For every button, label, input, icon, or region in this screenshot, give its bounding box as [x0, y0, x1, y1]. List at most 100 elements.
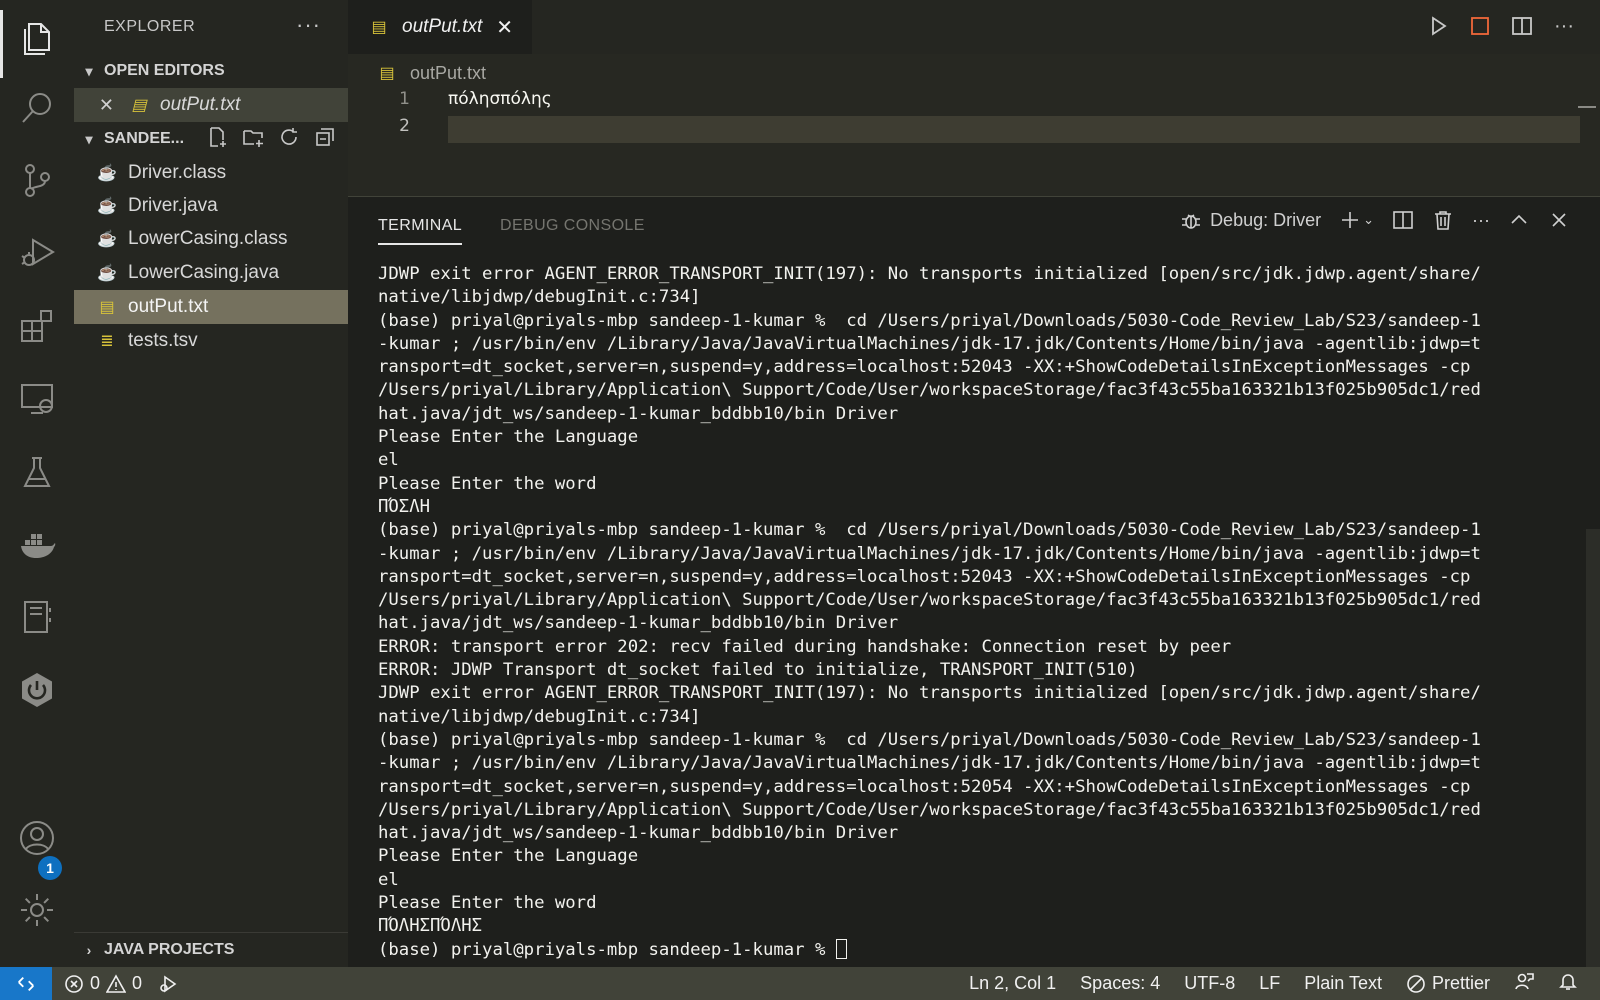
- remote-indicator-icon[interactable]: [0, 967, 52, 1000]
- terminal-line: hat.java/jdt_ws/sandeep-1-kumar_bddbb10/…: [378, 403, 899, 424]
- terminal-prompt: (base) priyal@priyals-mbp sandeep-1-kuma…: [378, 939, 836, 960]
- open-editors-header[interactable]: ▾ OPEN EDITORS: [74, 54, 348, 88]
- open-editor-item[interactable]: ✕ ▤ outPut.txt: [74, 88, 348, 122]
- open-editor-label: outPut.txt: [160, 94, 241, 115]
- source-control-icon[interactable]: [0, 150, 74, 210]
- terminal-line: JDWP exit error AGENT_ERROR_TRANSPORT_IN…: [378, 683, 1481, 704]
- new-folder-icon[interactable]: [240, 124, 266, 150]
- terminal-line: Please Enter the Language: [378, 846, 639, 867]
- bell-icon[interactable]: [1558, 971, 1578, 996]
- folder-label: SANDEE...: [104, 130, 185, 147]
- terminal-line: el: [378, 869, 399, 890]
- file-item-output-txt[interactable]: ▤ outPut.txt: [74, 290, 348, 324]
- chevron-down-icon: ▾: [85, 130, 93, 147]
- notebook-icon[interactable]: [0, 586, 74, 646]
- terminal-line: /Users/priyal/Library/Application\ Suppo…: [378, 799, 1481, 820]
- refresh-icon[interactable]: [276, 124, 302, 150]
- testing-icon[interactable]: [0, 442, 74, 502]
- files-icon[interactable]: [0, 6, 74, 78]
- indentation[interactable]: Spaces: 4: [1080, 973, 1160, 994]
- close-icon[interactable]: ✕: [496, 15, 513, 40]
- run-debug-icon[interactable]: [0, 222, 74, 282]
- trash-icon[interactable]: [1432, 209, 1454, 231]
- problems-indicator[interactable]: 0 0: [64, 973, 142, 994]
- chevron-right-icon: ›: [86, 941, 92, 958]
- power-icon[interactable]: [0, 660, 74, 720]
- terminal-prompt-line: (base) priyal@priyals-mbp sandeep-1-kuma…: [378, 938, 1578, 962]
- maximize-panel-icon[interactable]: [1508, 209, 1530, 231]
- terminal-line: native/libjdwp/debugInit.c:734]: [378, 706, 701, 727]
- editor[interactable]: ▤ outPut.txt 1 πόλησπόλης 2: [348, 54, 1600, 196]
- terminal-line: ERROR: JDWP Transport dt_socket failed t…: [378, 660, 1138, 681]
- close-panel-icon[interactable]: [1548, 209, 1570, 231]
- java-projects-label: JAVA PROJECTS: [104, 940, 235, 958]
- file-label: tests.tsv: [128, 330, 198, 351]
- explorer-sidebar: EXPLORER ··· ▾ OPEN EDITORS ✕ ▤ outPut.t…: [74, 0, 348, 967]
- terminal-line: -kumar ; /usr/bin/env /Library/Java/Java…: [378, 543, 1481, 564]
- terminal-line: -kumar ; /usr/bin/env /Library/Java/Java…: [378, 333, 1481, 354]
- line-text: πόλησπόλης: [448, 89, 552, 109]
- activity-bar: 1: [0, 0, 74, 967]
- line-number: 2: [399, 116, 410, 136]
- more-actions-icon[interactable]: ···: [1472, 210, 1490, 231]
- file-item-lowercasing-class[interactable]: ☕ LowerCasing.class: [74, 222, 348, 256]
- debug-label: Debug: Driver: [1210, 209, 1322, 230]
- new-file-icon[interactable]: [204, 124, 230, 150]
- tab-debug-console[interactable]: DEBUG CONSOLE: [500, 217, 645, 235]
- settings-gear-icon[interactable]: [0, 880, 74, 940]
- tab-terminal[interactable]: TERMINAL: [378, 217, 463, 245]
- status-left: 0 0: [64, 973, 178, 994]
- terminal-line: Please Enter the Language: [378, 427, 639, 448]
- terminal-line: (base) priyal@priyals-mbp sandeep-1-kuma…: [378, 729, 1481, 750]
- file-item-lowercasing-java[interactable]: ☕ LowerCasing.java: [74, 256, 348, 290]
- terminal-line: /Users/priyal/Library/Application\ Suppo…: [378, 380, 1481, 401]
- terminal-line: /Users/priyal/Library/Application\ Suppo…: [378, 590, 1481, 611]
- run-icon[interactable]: [1426, 14, 1450, 38]
- search-icon[interactable]: [0, 78, 74, 138]
- feedback-icon[interactable]: [1514, 971, 1534, 996]
- java-file-icon: ☕: [97, 231, 117, 248]
- account-badge: 1: [38, 856, 62, 880]
- new-terminal-icon[interactable]: ⌄: [1339, 209, 1374, 231]
- chevron-down-icon: ▾: [85, 62, 93, 79]
- account-icon[interactable]: [0, 808, 74, 868]
- text-file-icon: ▤: [131, 97, 147, 114]
- java-projects-header[interactable]: › JAVA PROJECTS: [74, 932, 348, 966]
- editor-line[interactable]: 1 πόλησπόλης: [348, 89, 1580, 116]
- more-actions-icon[interactable]: ···: [296, 12, 321, 38]
- stop-icon[interactable]: [1468, 14, 1492, 38]
- terminal-line: hat.java/jdt_ws/sandeep-1-kumar_bddbb10/…: [378, 823, 899, 844]
- end-of-line[interactable]: LF: [1259, 973, 1280, 994]
- table-file-icon: ≣: [100, 333, 114, 350]
- file-item-tests-tsv[interactable]: ≣ tests.tsv: [74, 324, 348, 358]
- split-terminal-icon[interactable]: [1392, 209, 1414, 231]
- more-actions-icon[interactable]: ···: [1552, 14, 1576, 38]
- debug-status-icon[interactable]: [158, 974, 178, 994]
- breadcrumb[interactable]: ▤ outPut.txt: [376, 62, 486, 84]
- language-mode[interactable]: Plain Text: [1304, 973, 1382, 994]
- file-item-driver-class[interactable]: ☕ Driver.class: [74, 156, 348, 190]
- terminal-line: ΠΌΛΗΣΠΌΛΗΣ: [378, 916, 483, 937]
- cursor-position[interactable]: Ln 2, Col 1: [969, 973, 1056, 994]
- terminal-scrollbar[interactable]: [1586, 529, 1600, 967]
- close-icon[interactable]: ✕: [74, 95, 114, 116]
- terminal-line: ransport=dt_socket,server=n,suspend=y,ad…: [378, 776, 1471, 797]
- extensions-icon[interactable]: [0, 296, 74, 356]
- folder-toolbar: [204, 124, 338, 150]
- terminal-selector[interactable]: Debug: Driver: [1180, 209, 1321, 231]
- bottom-panel: TERMINAL DEBUG CONSOLE Debug: Driver ⌄ ·…: [348, 196, 1600, 967]
- panel-toolbar: Debug: Driver ⌄ ···: [1180, 209, 1570, 231]
- prettier-status[interactable]: Prettier: [1406, 973, 1490, 994]
- file-item-driver-java[interactable]: ☕ Driver.java: [74, 189, 348, 223]
- docker-icon[interactable]: [0, 514, 74, 574]
- split-editor-icon[interactable]: [1510, 14, 1534, 38]
- collapse-all-icon[interactable]: [312, 124, 338, 150]
- terminal-output[interactable]: JDWP exit error AGENT_ERROR_TRANSPORT_IN…: [378, 263, 1578, 962]
- minimap[interactable]: [1578, 106, 1596, 108]
- encoding[interactable]: UTF-8: [1184, 973, 1235, 994]
- tab-output-txt[interactable]: ▤ outPut.txt ✕: [348, 0, 532, 54]
- line-number: 1: [399, 89, 410, 109]
- remote-explorer-icon[interactable]: [0, 368, 74, 428]
- editor-actions: ···: [1426, 14, 1576, 38]
- editor-line-current[interactable]: 2: [348, 116, 1580, 143]
